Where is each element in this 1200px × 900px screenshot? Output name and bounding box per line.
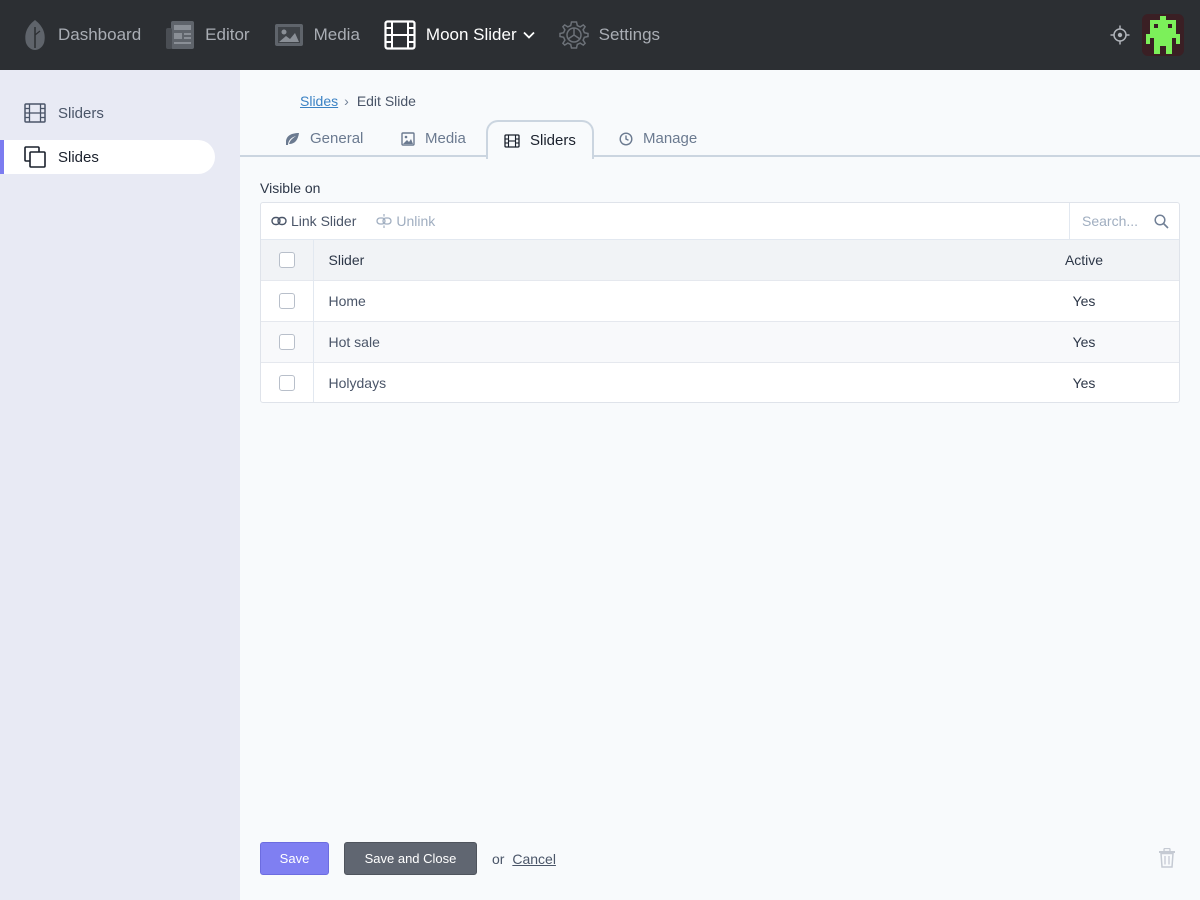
crosshair-icon xyxy=(1110,25,1130,45)
sidebar-item-sliders[interactable]: Sliders xyxy=(0,96,215,130)
breadcrumb-slides-link[interactable]: Slides xyxy=(300,93,338,109)
nav-moon-slider[interactable]: Moon Slider xyxy=(372,0,547,70)
unlink-button[interactable]: Unlink xyxy=(376,213,435,229)
tab-media[interactable]: Media xyxy=(385,120,482,157)
nav-editor[interactable]: Editor xyxy=(153,0,261,70)
film-icon xyxy=(384,20,416,50)
nav-settings[interactable]: Settings xyxy=(547,0,672,70)
copy-icon xyxy=(24,146,46,168)
active-cell: Yes xyxy=(1072,333,1096,350)
sidebar-item-label: Sliders xyxy=(58,104,104,122)
delete-button[interactable] xyxy=(1158,847,1176,871)
tab-label: Media xyxy=(425,130,466,147)
breadcrumb-current: Edit Slide xyxy=(356,93,416,109)
link-slider-label: Link Slider xyxy=(291,213,357,229)
sidebar-item-slides[interactable]: Slides xyxy=(0,140,215,174)
visible-on-label: Visible on xyxy=(260,180,321,196)
breadcrumb: Slides › Edit Slide xyxy=(300,93,416,109)
image-icon xyxy=(274,24,303,46)
slider-name-cell: Holydays xyxy=(328,374,387,391)
newspaper-icon xyxy=(166,21,195,49)
top-navbar: Dashboard Editor Media Moon Slider Setti… xyxy=(0,0,1200,70)
tab-label: General xyxy=(310,130,364,147)
nav-media-label: Media xyxy=(313,25,360,44)
nav-media[interactable]: Media xyxy=(262,0,372,70)
nav-moon-slider-label: Moon Slider xyxy=(425,25,517,44)
locate-button[interactable] xyxy=(1108,23,1132,47)
select-all-checkbox[interactable] xyxy=(278,252,295,269)
select-all-cell xyxy=(261,240,314,280)
sliders-table: Slider Active Home Yes Hot sale Yes Holy… xyxy=(261,240,1179,402)
sidebar: Sliders Slides xyxy=(0,70,240,900)
column-header-active[interactable]: Active xyxy=(989,240,1179,280)
unlink-label: Unlink xyxy=(396,213,436,229)
sidebar-item-label: Slides xyxy=(58,148,99,166)
nav-settings-label: Settings xyxy=(598,25,661,44)
clock-icon xyxy=(619,131,633,146)
tab-general[interactable]: General xyxy=(268,120,379,157)
tab-bar: General Media Sliders Manage xyxy=(240,120,1200,159)
main-content: Slides › Edit Slide General Media Slider… xyxy=(240,70,1200,900)
row-check-cell xyxy=(261,280,314,321)
row-checkbox[interactable] xyxy=(278,334,295,351)
linked-sliders-panel: Link Slider Unlink Search... Slider Acti… xyxy=(260,202,1180,403)
search-box xyxy=(1069,203,1179,240)
active-cell: Yes xyxy=(1072,292,1096,309)
breadcrumb-separator: › xyxy=(344,93,349,109)
tab-manage[interactable]: Manage xyxy=(603,120,713,157)
panel-toolbar: Link Slider Unlink xyxy=(261,203,1179,240)
leaf-icon xyxy=(286,132,299,145)
or-text: or xyxy=(492,851,505,867)
nav-editor-label: Editor xyxy=(205,25,250,44)
row-check-cell xyxy=(261,321,314,362)
unlink-icon xyxy=(376,214,393,228)
row-checkbox[interactable] xyxy=(278,293,295,310)
trash-icon xyxy=(1159,847,1175,868)
tab-sliders[interactable]: Sliders xyxy=(486,120,594,159)
leaf-icon xyxy=(25,20,45,50)
table-row[interactable]: Home Yes xyxy=(261,280,1179,321)
table-header-row: Slider Active xyxy=(261,240,1179,280)
tab-label: Manage xyxy=(643,130,698,147)
avatar[interactable] xyxy=(1142,14,1184,56)
row-checkbox[interactable] xyxy=(278,375,295,392)
film-icon xyxy=(24,103,46,123)
link-slider-button[interactable]: Link Slider xyxy=(271,213,356,229)
save-and-close-button[interactable]: Save and Close xyxy=(344,842,477,875)
column-header-slider[interactable]: Slider xyxy=(313,240,989,280)
tab-label: Sliders xyxy=(530,132,576,149)
nav-dashboard-label: Dashboard xyxy=(58,25,142,44)
search-icon[interactable] xyxy=(1154,213,1169,229)
link-icon xyxy=(271,216,287,226)
cancel-link[interactable]: Cancel xyxy=(512,851,556,867)
gear-icon xyxy=(558,21,589,49)
search-input[interactable] xyxy=(1082,213,1146,229)
save-button[interactable]: Save xyxy=(260,842,329,875)
slider-name-cell: Home xyxy=(328,292,366,309)
chevron-down-icon xyxy=(522,31,535,39)
topbar-right xyxy=(1108,14,1200,56)
table-row[interactable]: Hot sale Yes xyxy=(261,321,1179,362)
cancel-group: or Cancel xyxy=(492,851,556,867)
pixel-robot-icon xyxy=(1146,16,1180,54)
nav-dashboard[interactable]: Dashboard xyxy=(0,0,153,70)
image-icon xyxy=(401,131,415,146)
active-cell: Yes xyxy=(1072,374,1096,391)
table-row[interactable]: Holydays Yes xyxy=(261,362,1179,402)
film-icon xyxy=(504,133,520,148)
slider-name-cell: Hot sale xyxy=(328,333,380,350)
row-check-cell xyxy=(261,362,314,402)
